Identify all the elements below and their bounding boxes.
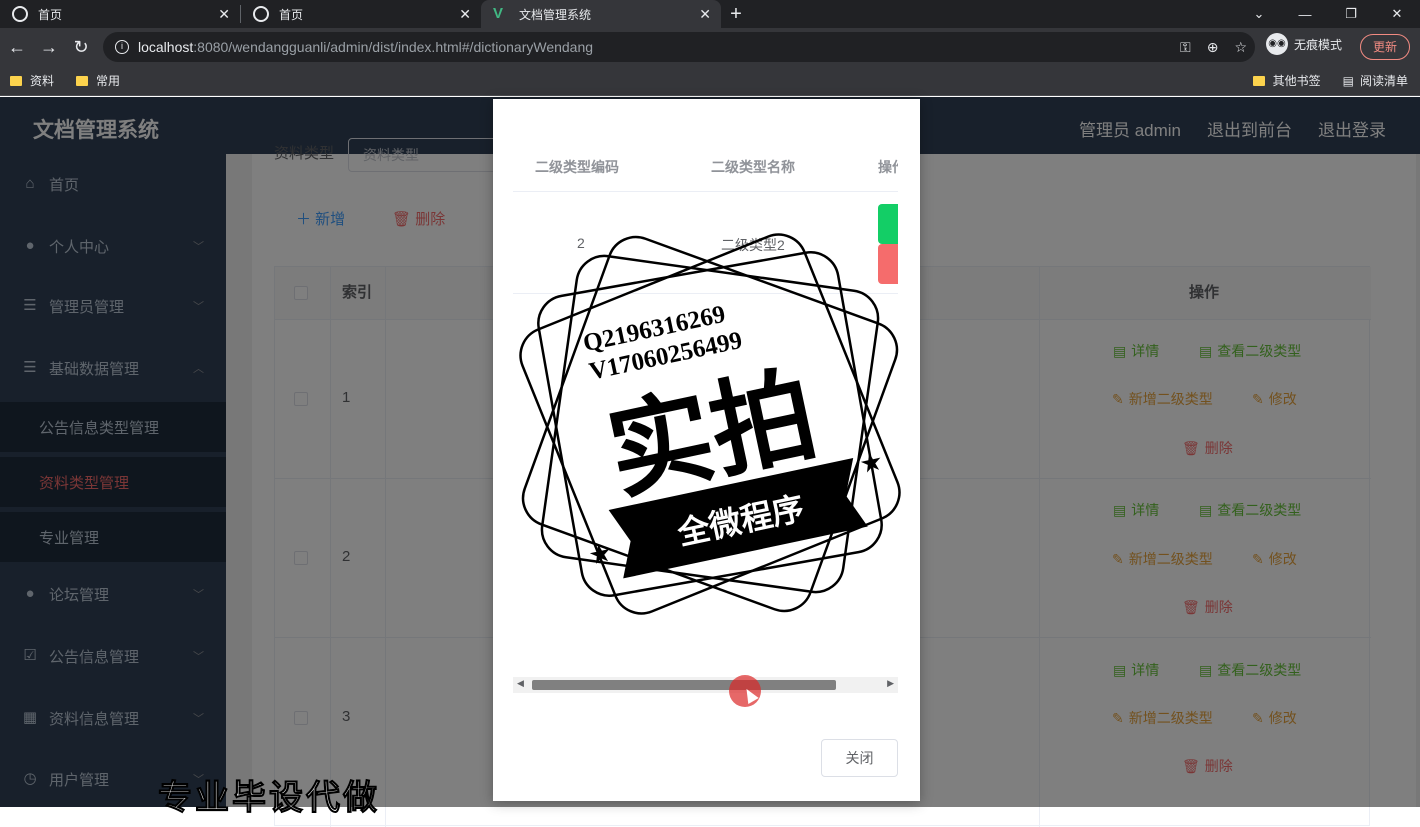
reading-list-icon: ▤ (1342, 73, 1354, 88)
zoom-icon[interactable]: ⊕ (1207, 39, 1219, 56)
watermark-stamp: Q2196316269 V17060256499 实拍 全微程序 ★ ★ (519, 233, 901, 615)
bookmark-folder[interactable]: 常用 (76, 72, 120, 89)
incognito-icon: ◉◉ (1266, 33, 1288, 55)
scroll-left-icon[interactable]: ◀ (517, 678, 524, 689)
tab-title: 首页 (38, 7, 63, 22)
bookmark-folder[interactable]: 资料 (10, 72, 54, 89)
omnibox-icons: ⚿ ⊕ ☆ (1180, 39, 1247, 56)
bookmarks-bar: 资料 常用 其他书签 ▤ 阅读清单 (0, 66, 1420, 96)
close-tab-icon[interactable]: ✕ (459, 6, 471, 23)
back-icon[interactable]: ← (2, 37, 32, 58)
minimize-icon[interactable]: — (1282, 7, 1328, 22)
scrollbar-thumb[interactable] (532, 680, 836, 690)
reload-icon[interactable]: ↻ (66, 37, 96, 58)
star-icon: ★ (857, 445, 886, 479)
forward-icon[interactable]: → (34, 37, 64, 58)
tab-title: 首页 (279, 7, 304, 22)
address-bar-row: ← → ↻ i localhost:8080/wendangguanli/adm… (0, 28, 1420, 66)
bookmark-folder-other[interactable]: 其他书签 (1252, 72, 1321, 89)
dialog-row-divider (513, 191, 898, 192)
close-tab-icon[interactable]: ✕ (218, 6, 230, 23)
folder-icon (76, 75, 89, 86)
browser-tab-active[interactable]: V 文档管理系统 ✕ (481, 0, 721, 28)
url-field[interactable]: i localhost:8080/wendangguanli/admin/dis… (103, 32, 1255, 62)
star-icon: ★ (586, 537, 615, 571)
browser-tab[interactable]: 首页 ✕ (241, 0, 481, 28)
scroll-right-icon[interactable]: ▶ (887, 678, 894, 689)
dialog-horizontal-scrollbar[interactable]: ◀ ▶ (513, 677, 898, 693)
globe-icon (12, 6, 28, 22)
dialog-close-button[interactable]: 关闭 (821, 739, 898, 777)
browser-tab-bar: 首页 ✕ 首页 ✕ V 文档管理系统 ✕ + ⌄ — ❐ ✕ (0, 0, 1420, 28)
reading-list[interactable]: ▤ 阅读清单 (1343, 72, 1408, 89)
browser-tab[interactable]: 首页 ✕ (0, 0, 240, 28)
close-window-icon[interactable]: ✕ (1374, 6, 1420, 22)
new-tab-button[interactable]: + (721, 0, 751, 28)
dialog-header-actions: 操作 (878, 159, 898, 175)
vue-logo-icon: V (493, 5, 504, 22)
tab-search-icon[interactable]: ⌄ (1236, 6, 1282, 22)
globe-icon (253, 6, 269, 22)
update-button[interactable]: 更新 (1360, 34, 1411, 60)
window-controls: ⌄ — ❐ ✕ (1236, 0, 1420, 28)
star-icon[interactable]: ☆ (1234, 39, 1247, 56)
key-icon[interactable]: ⚿ (1180, 39, 1191, 56)
url-text: localhost:8080/wendangguanli/admin/dist/… (138, 39, 594, 55)
incognito-indicator[interactable]: ◉◉ 无痕模式 (1266, 33, 1342, 55)
site-info-icon[interactable]: i (115, 40, 129, 54)
folder-icon (10, 75, 22, 86)
tab-title: 文档管理系统 (519, 7, 592, 22)
overlay-caption: 专业毕设代做 (158, 779, 380, 818)
close-tab-icon[interactable]: ✕ (699, 6, 711, 23)
incognito-label: 无痕模式 (1294, 37, 1343, 52)
dialog-header-code: 二级类型编码 (535, 159, 619, 175)
folder-icon (1252, 75, 1265, 86)
restore-icon[interactable]: ❐ (1328, 6, 1374, 22)
dialog-header-name: 二级类型名称 (711, 159, 795, 175)
